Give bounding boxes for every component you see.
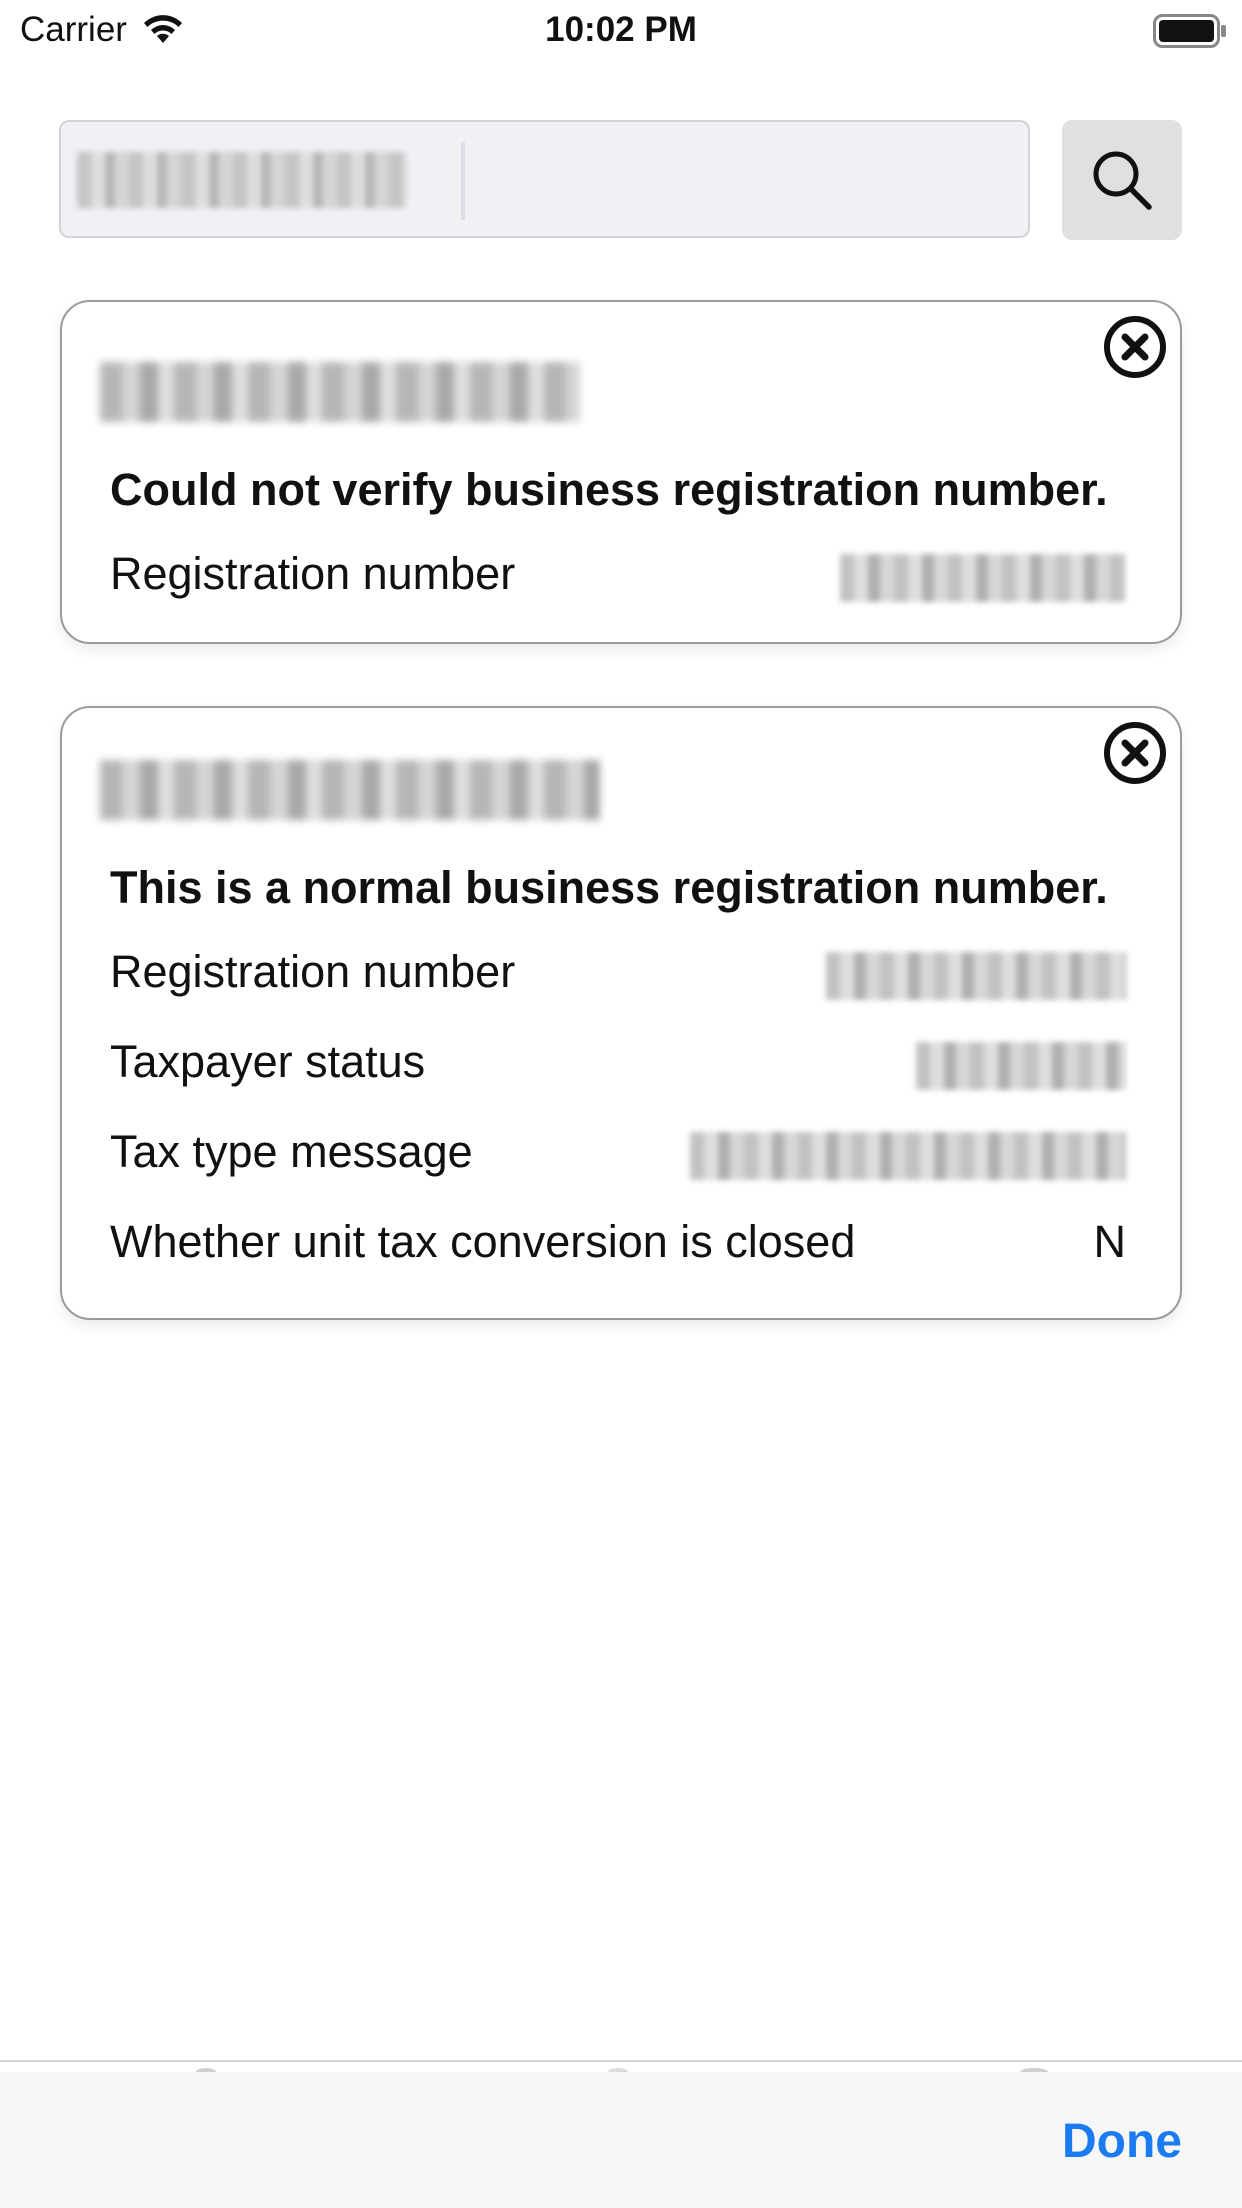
result-card: Could not verify business registration n… (60, 300, 1182, 644)
done-button[interactable]: Done (1062, 2114, 1182, 2169)
info-value-redacted (826, 952, 1126, 1000)
keyboard-accessory-toolbar: Done (0, 2072, 1242, 2208)
search-icon (1093, 151, 1152, 210)
info-row: Tax type message (110, 1126, 1126, 1186)
info-row: Registration number (110, 946, 1126, 1006)
result-message: Could not verify business registration n… (110, 464, 1108, 515)
info-value: N (1093, 1216, 1127, 1267)
info-value-redacted (840, 554, 1126, 602)
status-time: 10:02 PM (545, 10, 697, 49)
info-label: Tax type message (110, 1126, 473, 1177)
info-row: Taxpayer status (110, 1036, 1126, 1096)
info-label: Registration number (110, 946, 516, 997)
close-icon[interactable] (1102, 314, 1168, 380)
result-message: This is a normal business registration n… (110, 862, 1108, 913)
info-row: Whether unit tax conversion is closed N (110, 1216, 1126, 1276)
result-card: This is a normal business registration n… (60, 706, 1182, 1320)
close-icon[interactable] (1102, 720, 1168, 786)
battery-icon (1153, 14, 1226, 48)
keyboard-edge-hint (196, 2068, 1048, 2072)
search-input[interactable] (59, 120, 1030, 238)
card-title-redacted (100, 362, 580, 422)
info-label: Registration number (110, 548, 516, 599)
card-title-redacted (100, 760, 600, 820)
info-value-redacted (690, 1132, 1126, 1180)
search-button[interactable] (1062, 120, 1182, 240)
info-value-redacted (916, 1042, 1126, 1090)
info-row: Registration number (110, 548, 1126, 608)
text-caret (461, 142, 465, 220)
search-value-redacted (77, 152, 407, 208)
info-label: Taxpayer status (110, 1036, 426, 1087)
info-label: Whether unit tax conversion is closed (110, 1216, 856, 1267)
status-bar: Carrier 10:02 PM (0, 0, 1242, 64)
